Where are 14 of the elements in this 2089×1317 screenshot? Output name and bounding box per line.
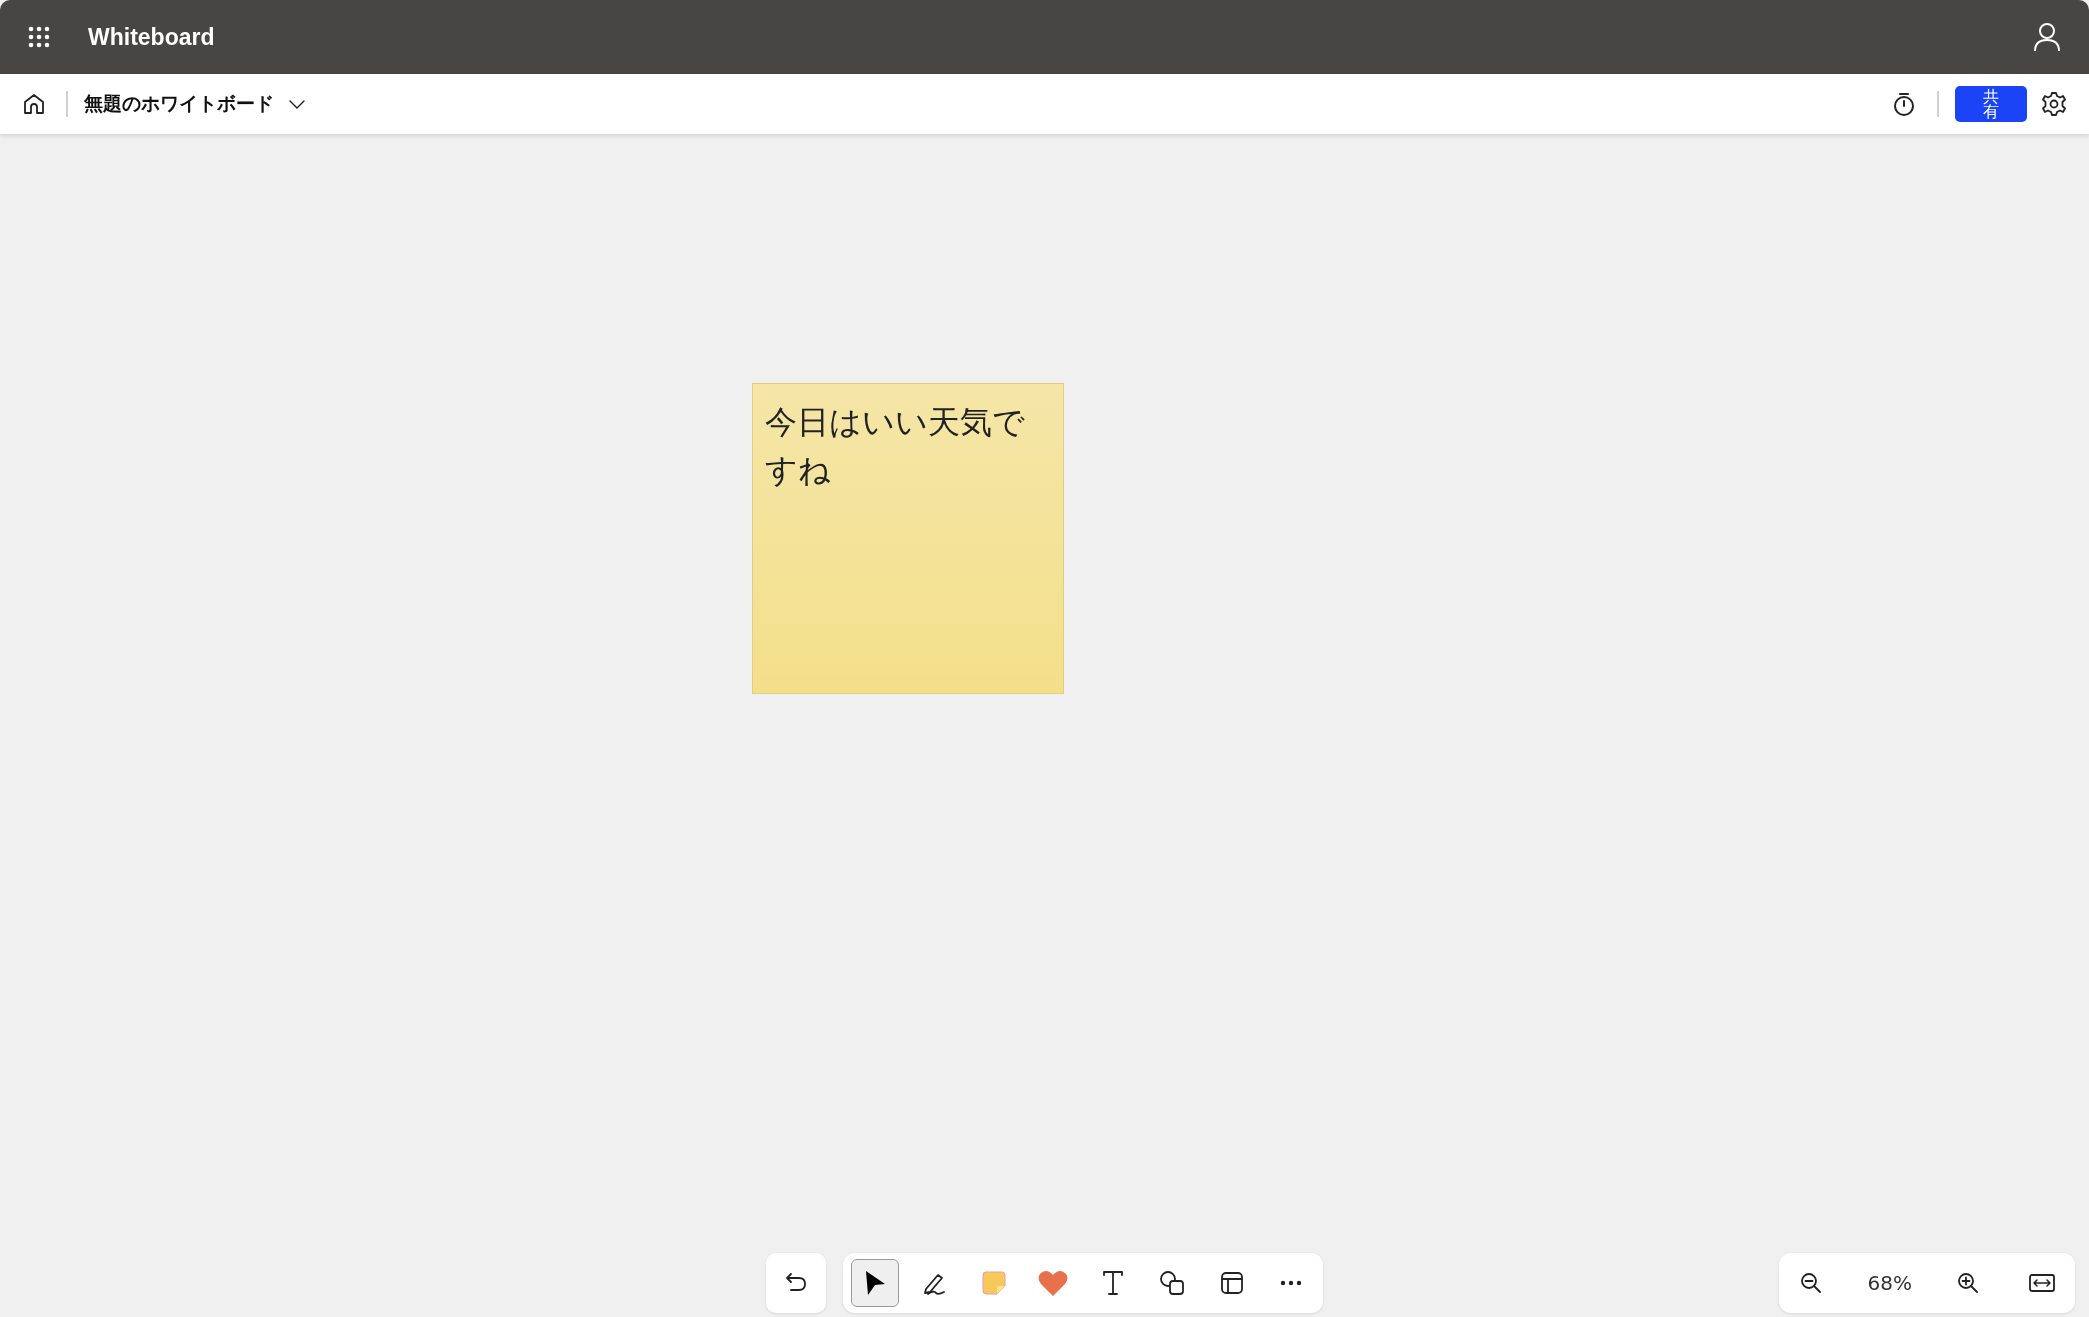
more-icon [1279, 1280, 1302, 1286]
heart-icon [1037, 1269, 1070, 1297]
text-icon [1101, 1270, 1124, 1296]
undo-button[interactable] [766, 1253, 826, 1313]
sticky-note-icon [979, 1269, 1008, 1297]
zoom-level: 68% [1867, 1271, 1912, 1295]
app-title: Whiteboard [88, 23, 216, 51]
select-tool-button[interactable] [851, 1259, 899, 1307]
board-title[interactable]: 無題のホワイトボード [84, 91, 274, 117]
share-button[interactable]: 共有 [1955, 86, 2027, 122]
shapes-icon [1159, 1270, 1186, 1296]
sticky-note[interactable]: 今日はいい天気ですね [752, 383, 1064, 694]
undo-icon [785, 1272, 807, 1294]
layout-icon [1219, 1271, 1244, 1295]
